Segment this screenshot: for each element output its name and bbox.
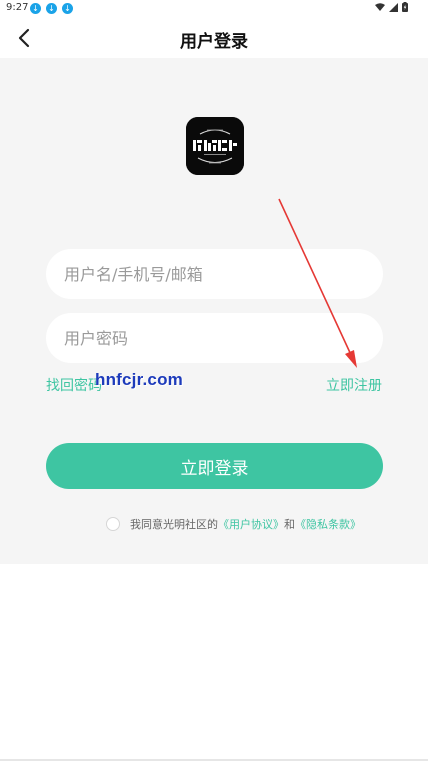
forgot-password-link[interactable]: 找回密码 xyxy=(46,375,102,395)
agreement-conjunction: 和 xyxy=(284,518,295,531)
download-icon: ↓ xyxy=(30,3,41,14)
download-icon: ↓ xyxy=(46,3,57,14)
login-button[interactable]: 立即登录 xyxy=(46,443,383,489)
battery-icon xyxy=(402,2,408,16)
agreement-row: 我同意光明社区的 《用户协议》 和 《隐私条款》 xyxy=(106,516,361,532)
password-input[interactable] xyxy=(46,313,383,363)
download-icon: ↓ xyxy=(62,3,73,14)
agreement-prefix: 我同意光明社区的 xyxy=(130,518,218,531)
privacy-link[interactable]: 《隐私条款》 xyxy=(295,516,361,532)
status-bar: 9:27 ↓ ↓ ↓ xyxy=(0,0,428,18)
username-input[interactable] xyxy=(46,249,383,299)
app-logo-icon xyxy=(186,117,244,175)
watermark: hnfcjr.com xyxy=(95,370,183,389)
register-link[interactable]: 立即注册 xyxy=(326,375,382,395)
status-time: 9:27 xyxy=(6,2,29,13)
nav-bar: 用户登录 xyxy=(0,18,428,58)
login-form-area: 找回密码 立即注册 立即登录 我同意光明社区的 《用户协议》 和 《隐私条款》 xyxy=(0,58,428,564)
signal-icon xyxy=(389,2,398,16)
wifi-icon xyxy=(375,2,385,16)
status-right-icons xyxy=(375,2,408,16)
user-agreement-link[interactable]: 《用户协议》 xyxy=(218,516,284,532)
agree-checkbox[interactable] xyxy=(106,517,120,531)
page-title: 用户登录 xyxy=(180,32,248,52)
